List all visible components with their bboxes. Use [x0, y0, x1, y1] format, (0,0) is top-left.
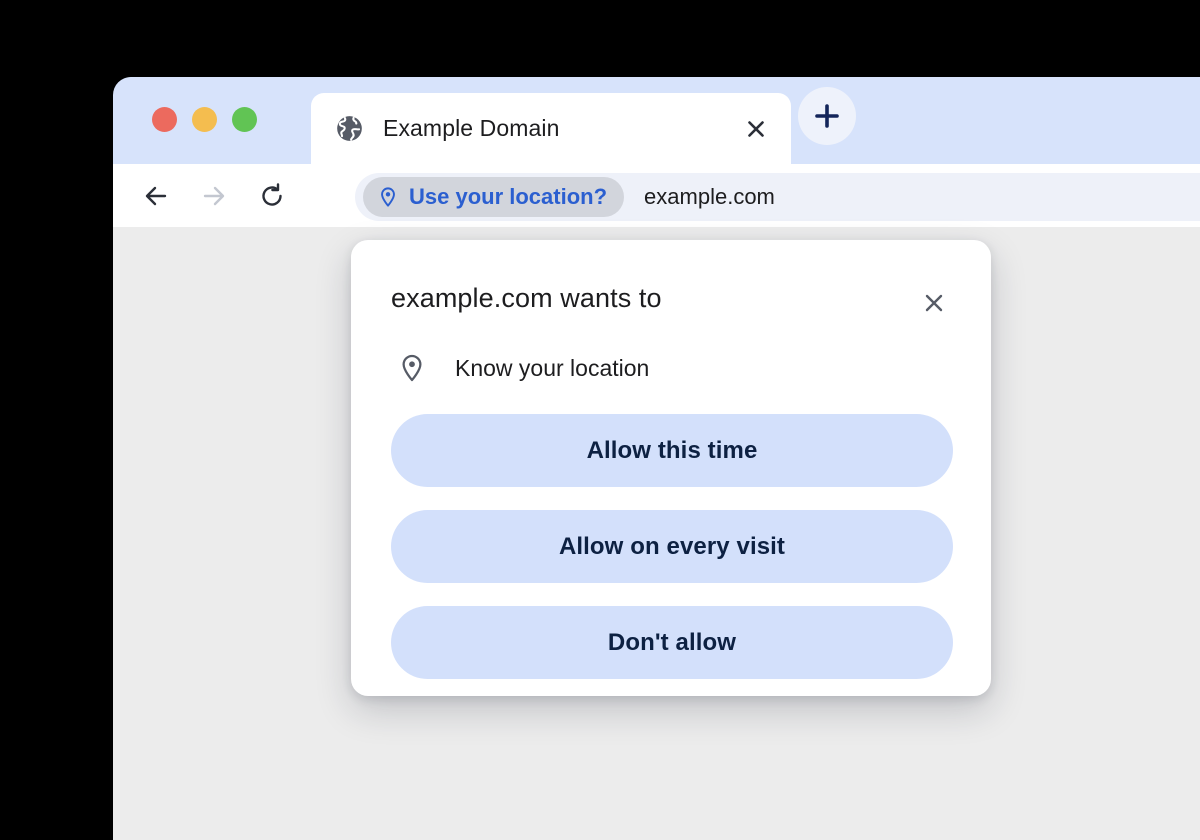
- window-traffic-lights: [152, 107, 257, 132]
- dialog-title: example.com wants to: [391, 283, 662, 313]
- screenshot-stage: Example Domain Use your location? exampl…: [0, 0, 1200, 840]
- dont-allow-button[interactable]: Don't allow: [391, 606, 953, 679]
- back-button[interactable]: [133, 173, 179, 219]
- tab-strip: Example Domain: [113, 77, 1200, 164]
- arrow-right-icon: [203, 186, 225, 205]
- reload-button[interactable]: [249, 173, 295, 219]
- arrow-left-icon: [145, 186, 167, 205]
- close-icon: [925, 294, 943, 312]
- browser-tab-active[interactable]: Example Domain: [311, 93, 791, 164]
- new-tab-button[interactable]: [798, 87, 856, 145]
- location-permission-dialog: example.com wants to Know your location …: [351, 240, 991, 696]
- allow-this-time-button[interactable]: Allow this time: [391, 414, 953, 487]
- location-chip-label: Use your location?: [409, 184, 608, 209]
- permission-item: Know your location: [391, 353, 953, 383]
- dialog-actions: Allow this time Allow on every visit Don…: [391, 414, 953, 679]
- tab-close-icon[interactable]: [741, 114, 771, 144]
- dialog-close-button[interactable]: [917, 286, 951, 320]
- allow-every-visit-button[interactable]: Allow on every visit: [391, 510, 953, 583]
- window-maximize-button[interactable]: [232, 107, 257, 132]
- dialog-header: example.com wants to: [391, 283, 953, 320]
- plus-icon: [815, 104, 839, 128]
- reload-icon: [262, 182, 282, 206]
- forward-button[interactable]: [191, 173, 237, 219]
- tab-title: Example Domain: [383, 115, 560, 141]
- map-pin-icon: [381, 187, 395, 207]
- globe-icon: [337, 116, 362, 141]
- url-bar[interactable]: Use your location? example.com: [355, 173, 1200, 221]
- location-permission-chip[interactable]: Use your location?: [363, 177, 625, 217]
- url-text: example.com: [644, 184, 775, 209]
- browser-toolbar: Use your location? example.com: [113, 164, 1200, 227]
- window-minimize-button[interactable]: [192, 107, 217, 132]
- permission-label: Know your location: [455, 354, 650, 381]
- close-icon: [748, 120, 764, 137]
- map-pin-icon: [402, 354, 422, 382]
- window-close-button[interactable]: [152, 107, 177, 132]
